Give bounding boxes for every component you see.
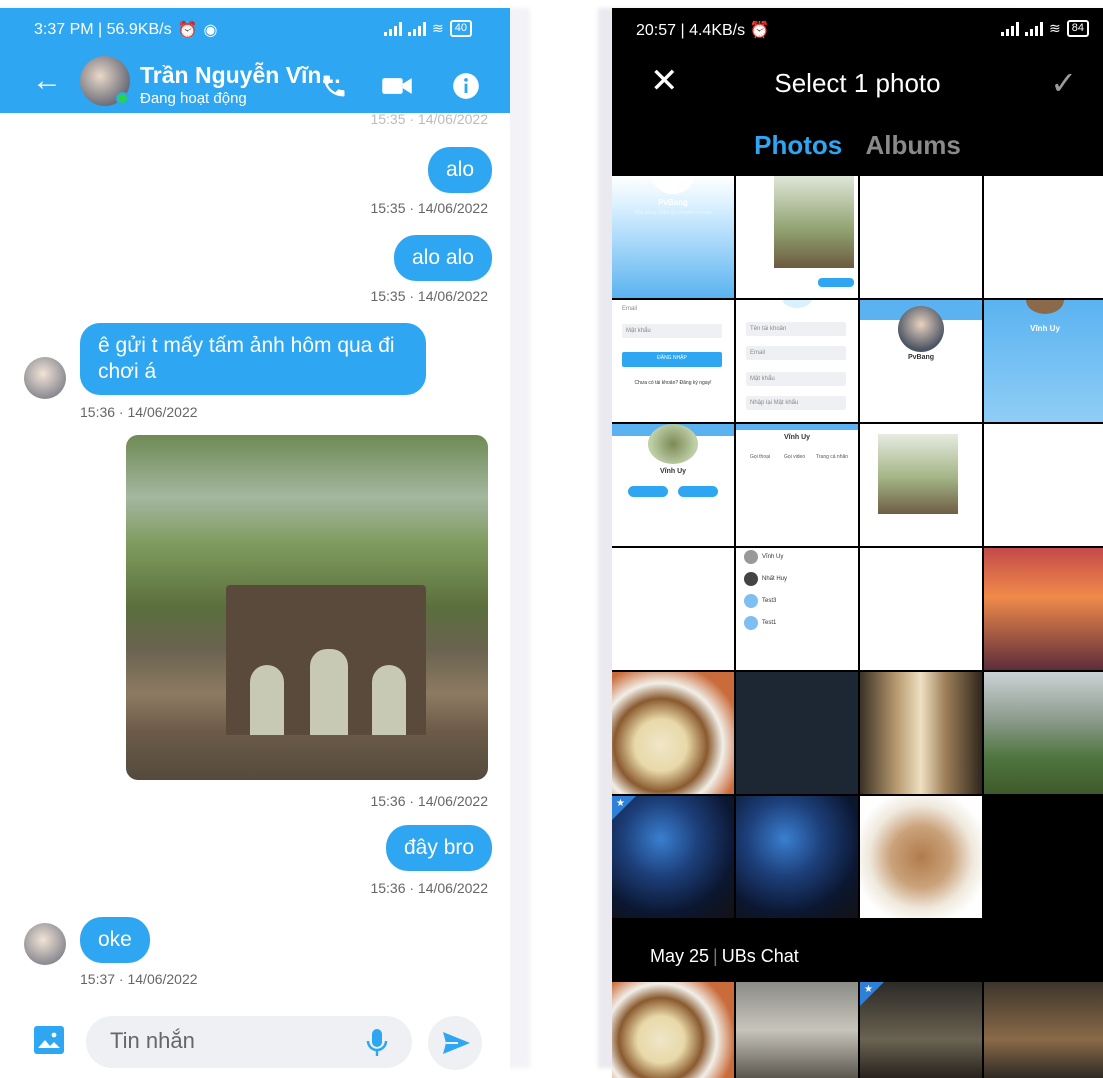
video-call-icon[interactable] [380,72,414,100]
photo-thumbnail[interactable] [860,796,982,918]
battery-icon: 40 [449,20,472,37]
photo-thumbnail[interactable] [736,796,858,918]
photo-picker-screen: 20:57 | 4.4KB/s ⏰ ≋ 84 ✕ Select 1 photo … [612,8,1103,1078]
photo-thumbnail[interactable] [984,176,1103,298]
signal-icon-2 [1025,21,1044,36]
signal-icon-2 [408,21,427,36]
star-icon: ★ [864,984,873,995]
tab-albums[interactable]: Albums [866,130,961,160]
photo-thumbnail[interactable] [736,672,858,794]
contact-name[interactable]: Trần Nguyễn Vĩn... [140,62,341,89]
chat-header: 3:37 PM | 56.9KB/s ⏰ ◉ ≋ 40 ← Trần Nguyễ… [0,8,510,113]
message-time: 15:37 · 14/06/2022 [80,971,198,987]
battery-icon: 84 [1066,20,1089,37]
app-indicator-icon: ◉ [203,22,218,39]
photo-thumbnail[interactable] [860,176,982,298]
sender-avatar[interactable] [24,357,66,399]
screenshot-stage: 3:37 PM | 56.9KB/s ⏰ ◉ ≋ 40 ← Trần Nguyễ… [0,0,1103,1078]
section-album: UBs Chat [721,946,799,966]
wifi-icon: ≋ [1049,20,1061,36]
message-input[interactable]: Tin nhắn [86,1016,412,1068]
photo-thumbnail[interactable]: ★ [860,982,982,1078]
message-time: 15:35 · 14/06/2022 [370,200,488,216]
send-icon [443,1032,470,1054]
photo-thumbnail[interactable]: Vĩnh Uy Nhất Huy Test3 Test1 [736,548,858,670]
photo-thumbnail[interactable] [860,672,982,794]
photo-thumbnail[interactable] [612,548,734,670]
microphone-icon[interactable] [366,1028,388,1058]
photo-thumbnail[interactable] [984,982,1103,1078]
message-bubble[interactable]: alo [428,147,493,193]
photo-thumbnail[interactable] [984,424,1103,546]
signal-icon [1001,21,1020,36]
message-bubble[interactable]: alo alo [394,235,492,281]
signal-icon [384,21,403,36]
photo-thumbnail[interactable]: Tên tài khoản Email Mật khẩu Nhập lại Mậ… [736,300,858,422]
contact-status: Đang hoạt động [140,90,247,107]
photo-thumbnail[interactable]: Vĩnh Uy [984,300,1103,422]
status-bar-left: 3:37 PM | 56.9KB/s ⏰ ◉ [34,20,217,40]
message-composer: Tin nhắn [0,1006,510,1078]
photo-thumbnail[interactable]: Vĩnh Uy Gọi thoại Gọi video Trang cá nhâ… [736,424,858,546]
section-date: May 25 [650,946,710,966]
photo-thumbnail[interactable]: PvBang Hãy dùng nhiều tin chuyện với bạn [612,176,734,298]
send-button[interactable] [428,1016,482,1070]
photo-thumbnail[interactable] [984,672,1103,794]
confirm-check-icon[interactable]: ✓ [1050,64,1077,102]
photo-thumbnail[interactable] [860,548,982,670]
picker-tabs: Photos Albums [612,130,1103,161]
clipped-timestamp: 15:35 · 14/06/2022 [370,111,488,127]
message-time: 15:35 · 14/06/2022 [370,288,488,304]
photo-thumbnail[interactable] [736,176,858,298]
message-time: 15:36 · 14/06/2022 [370,880,488,896]
message-bubble[interactable]: oke [80,917,150,963]
alarm-icon: ⏰ [177,22,198,39]
star-icon: ★ [616,798,625,809]
photo-thumbnail[interactable]: PvBang [860,300,982,422]
chat-screen: 3:37 PM | 56.9KB/s ⏰ ◉ ≋ 40 ← Trần Nguyễ… [0,8,510,1078]
alarm-icon: ⏰ [749,22,770,39]
sender-avatar[interactable] [24,923,66,965]
section-header: May 25 | UBs Chat [650,946,799,966]
message-time: 15:36 · 14/06/2022 [80,404,198,420]
photo-thumbnail[interactable] [984,548,1103,670]
back-arrow-icon[interactable]: ← [32,66,62,96]
photo-thumbnail[interactable]: Email Mật khẩu ĐĂNG NHẬP Chưa có tài kho… [612,300,734,422]
message-bubble[interactable]: đây bro [386,825,493,871]
photo-thumbnail[interactable]: Vĩnh Uy [612,424,734,546]
status-icons-right: ≋ 84 [1001,20,1089,37]
image-message[interactable] [126,435,488,780]
status-icons-left: ≋ 40 [384,20,472,37]
status-time: 3:37 PM | 56.9KB/s [34,21,172,38]
photo-thumbnail[interactable] [612,672,734,794]
photo-thumbnail[interactable] [860,424,982,546]
gallery-icon[interactable] [34,1026,64,1054]
photo-thumbnail[interactable] [736,982,858,1078]
message-bubble[interactable]: ê gửi t mấy tấm ảnh hôm qua đi chơi á [80,323,426,395]
status-time: 20:57 | 4.4KB/s ⏰ [636,22,770,39]
image-icon [38,1032,60,1048]
online-indicator [116,92,129,105]
temple-gate [226,585,426,735]
picker-title: Select 1 photo [774,68,941,98]
message-time: 15:36 · 14/06/2022 [370,793,488,809]
phone-call-icon[interactable] [320,72,348,100]
info-icon[interactable] [452,72,480,100]
tab-photos[interactable]: Photos [754,130,842,160]
wifi-icon: ≋ [432,20,444,36]
photo-thumbnail[interactable]: ★ [612,796,734,918]
photo-thumbnail[interactable] [612,982,734,1078]
